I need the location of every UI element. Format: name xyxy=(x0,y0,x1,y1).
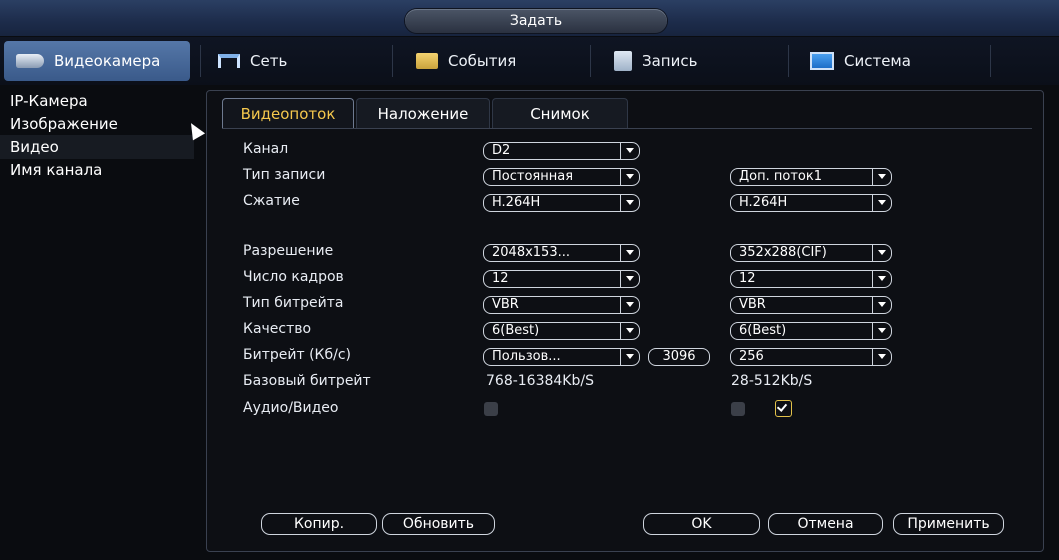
bitrate-main-value: Пользов... xyxy=(492,349,561,364)
sidebar: IP-Камера Изображение Видео Имя канала xyxy=(0,85,194,560)
sidebar-item-image[interactable]: Изображение xyxy=(0,112,194,136)
quality-extra-select[interactable]: 6(Best) xyxy=(730,322,892,340)
nav-record-label: Запись xyxy=(642,52,698,70)
stream-value: Доп. поток1 xyxy=(739,169,822,184)
chevron-down-icon xyxy=(620,271,639,287)
stream-select[interactable]: Доп. поток1 xyxy=(730,168,892,186)
fps-main-value: 12 xyxy=(492,271,509,286)
bitrate-type-extra-select[interactable]: VBR xyxy=(730,296,892,314)
nav-record[interactable]: Запись xyxy=(602,41,782,81)
bitrate-type-main-select[interactable]: VBR xyxy=(483,296,640,314)
copy-button[interactable]: Копир. xyxy=(261,513,377,535)
nav-network-label: Сеть xyxy=(250,52,288,70)
tab-overlay[interactable]: Наложение xyxy=(356,98,490,128)
chevron-down-icon xyxy=(872,297,891,313)
resolution-main-value: 2048x153... xyxy=(492,245,570,260)
nav-system[interactable]: Система xyxy=(798,41,988,81)
nav-divider xyxy=(990,45,991,77)
title-bar: Задать xyxy=(0,0,1059,36)
audio-video-main-checkbox[interactable] xyxy=(484,402,498,416)
audio-video-extra-checkbox[interactable] xyxy=(731,402,745,416)
nav-events[interactable]: События xyxy=(404,41,584,81)
refresh-button[interactable]: Обновить xyxy=(382,513,495,535)
ok-button[interactable]: OK xyxy=(643,513,760,535)
window-title: Задать xyxy=(405,9,667,33)
chevron-down-icon xyxy=(872,245,891,261)
quality-extra-value: 6(Best) xyxy=(739,323,787,338)
nav-camera[interactable]: Видеокамера xyxy=(4,41,190,81)
fps-extra-select[interactable]: 12 xyxy=(730,270,892,288)
quality-label: Качество xyxy=(243,321,312,337)
channel-select[interactable]: D2 xyxy=(483,142,640,160)
events-icon xyxy=(416,53,438,69)
chevron-down-icon xyxy=(872,271,891,287)
system-icon xyxy=(810,52,834,70)
chevron-down-icon xyxy=(872,169,891,185)
sidebar-item-video[interactable]: Видео xyxy=(0,135,194,159)
apply-button[interactable]: Применить xyxy=(893,513,1004,535)
chevron-down-icon xyxy=(872,323,891,339)
chevron-down-icon xyxy=(872,195,891,211)
cancel-button[interactable]: Отмена xyxy=(768,513,883,535)
bitrate-type-extra-value: VBR xyxy=(739,297,766,312)
chevron-down-icon xyxy=(620,245,639,261)
tab-snapshot[interactable]: Снимок xyxy=(492,98,628,128)
fps-label: Число кадров xyxy=(243,269,344,285)
resolution-label: Разрешение xyxy=(243,243,334,259)
bitrate-type-main-value: VBR xyxy=(492,297,519,312)
nav-divider xyxy=(392,45,393,77)
compression-extra-value: H.264H xyxy=(739,195,788,210)
bitrate-extra-value: 256 xyxy=(739,349,764,364)
compression-extra-select[interactable]: H.264H xyxy=(730,194,892,212)
chevron-down-icon xyxy=(620,323,639,339)
audio-video-extra-enable-checkbox[interactable] xyxy=(775,400,792,417)
network-icon xyxy=(218,54,240,68)
bitrate-label: Битрейт (Кб/с) xyxy=(243,347,351,363)
nav-divider xyxy=(788,45,789,77)
resolution-extra-value: 352x288(CIF) xyxy=(739,245,827,260)
chevron-down-icon xyxy=(620,169,639,185)
base-bitrate-main: 768-16384Kb/S xyxy=(486,373,594,389)
record-type-value: Постоянная xyxy=(492,169,574,184)
chevron-down-icon xyxy=(620,195,639,211)
fps-main-select[interactable]: 12 xyxy=(483,270,640,288)
nav-network[interactable]: Сеть xyxy=(206,41,386,81)
record-type-select[interactable]: Постоянная xyxy=(483,168,640,186)
bitrate-main-select[interactable]: Пользов... xyxy=(483,348,640,366)
record-type-label: Тип записи xyxy=(243,167,326,183)
channel-value: D2 xyxy=(492,143,511,158)
tab-video-stream[interactable]: Видеопоток xyxy=(222,98,354,128)
chevron-down-icon xyxy=(620,143,639,159)
audio-video-label: Аудио/Видео xyxy=(243,400,339,416)
chevron-down-icon xyxy=(872,349,891,365)
chevron-down-icon xyxy=(620,297,639,313)
channel-label: Канал xyxy=(243,141,289,157)
base-bitrate-label: Базовый битрейт xyxy=(243,373,371,389)
nav-divider xyxy=(590,45,591,77)
sidebar-item-channel-name[interactable]: Имя канала xyxy=(0,158,194,182)
nav-system-label: Система xyxy=(844,52,911,70)
nav-divider xyxy=(200,45,201,77)
resolution-main-select[interactable]: 2048x153... xyxy=(483,244,640,262)
compression-main-value: H.264H xyxy=(492,195,541,210)
fps-extra-value: 12 xyxy=(739,271,756,286)
bitrate-extra-select[interactable]: 256 xyxy=(730,348,892,366)
chevron-down-icon xyxy=(620,349,639,365)
quality-main-select[interactable]: 6(Best) xyxy=(483,322,640,340)
record-icon xyxy=(614,51,632,71)
nav-camera-label: Видеокамера xyxy=(54,52,161,70)
tab-underline xyxy=(222,128,1032,129)
top-nav: Видеокамера Сеть События Запись Система xyxy=(0,37,1059,85)
resolution-extra-select[interactable]: 352x288(CIF) xyxy=(730,244,892,262)
bitrate-type-label: Тип битрейта xyxy=(243,295,344,311)
nav-events-label: События xyxy=(448,52,517,70)
camera-icon xyxy=(16,54,44,68)
quality-main-value: 6(Best) xyxy=(492,323,540,338)
bitrate-custom-input[interactable]: 3096 xyxy=(648,348,710,366)
sidebar-item-ip-camera[interactable]: IP-Камера xyxy=(0,89,194,113)
compression-main-select[interactable]: H.264H xyxy=(483,194,640,212)
base-bitrate-extra: 28-512Kb/S xyxy=(731,373,813,389)
compression-label: Сжатие xyxy=(243,193,300,209)
